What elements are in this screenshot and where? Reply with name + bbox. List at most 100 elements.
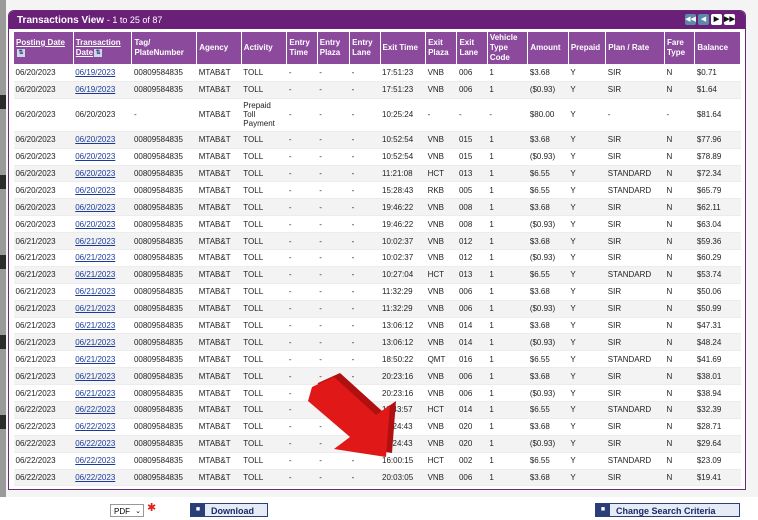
next-page-icon[interactable]: ▶ bbox=[711, 14, 722, 25]
cell-fare-type: N bbox=[664, 198, 695, 217]
cell-transaction-date[interactable]: 06/20/2023 bbox=[73, 198, 132, 217]
cell-exit-lane: 002 bbox=[456, 452, 488, 470]
column-header-balance: Balance bbox=[694, 31, 741, 65]
cell-entry-plaza: - bbox=[317, 64, 350, 82]
cell-posting-date: 06/20/2023 bbox=[13, 181, 74, 200]
cell-posting-date: 06/21/2023 bbox=[13, 232, 74, 251]
first-page-icon[interactable]: ◀◀ bbox=[685, 14, 696, 25]
cell-transaction-date[interactable]: 06/22/2023 bbox=[73, 435, 132, 453]
cell-prepaid: Y bbox=[568, 283, 606, 301]
cell-amount: ($0.93) bbox=[527, 249, 569, 267]
cell-activity: TOLL bbox=[241, 435, 287, 453]
cell-transaction-date[interactable]: 06/21/2023 bbox=[73, 266, 132, 284]
table-header-row: Posting Date⇅ Transaction Date ⇅ Tag/ Plate… bbox=[13, 31, 741, 65]
cell-entry-plaza: - bbox=[317, 181, 350, 200]
cell-vehicle-type-code: 1 bbox=[487, 64, 528, 82]
red-arrow-icon bbox=[308, 373, 396, 457]
cell-plan-rate: SIR bbox=[605, 367, 665, 386]
column-header-entry-time: Entry Time bbox=[286, 31, 318, 65]
cell-plan-rate: SIR bbox=[605, 64, 665, 82]
cell-vehicle-type-code: 1 bbox=[487, 469, 528, 487]
cell-exit-plaza: VNB bbox=[425, 131, 457, 149]
cell-exit-lane: 005 bbox=[456, 181, 488, 200]
cell-exit-time: 17:51:23 bbox=[380, 81, 426, 99]
cell-transaction-date[interactable]: 06/21/2023 bbox=[73, 333, 132, 352]
cell-transaction-date[interactable]: 06/20/2023 bbox=[73, 165, 132, 183]
cell-tag-platenumber: 00809584835 bbox=[131, 485, 197, 489]
cell-transaction-date[interactable]: 06/22/2023 bbox=[73, 418, 132, 436]
cell-transaction-date[interactable]: 06/20/2023 bbox=[73, 181, 132, 200]
cell-posting-date: 06/20/2023 bbox=[13, 81, 74, 99]
cell-balance: $78.89 bbox=[694, 148, 741, 166]
cell-transaction-date[interactable]: 06/21/2023 bbox=[73, 367, 132, 386]
table-row: 06/20/2023 06/20/2023 00809584835 MTAB&T TOL… bbox=[13, 148, 741, 166]
cell-transaction-date[interactable]: 06/21/2023 bbox=[73, 232, 132, 251]
cell-exit-plaza: VNB bbox=[425, 435, 457, 453]
table-row: 06/21/2023 06/21/2023 00809584835 MTAB&T TOL… bbox=[13, 350, 741, 369]
cell-entry-time: - bbox=[286, 283, 318, 301]
cell-entry-lane: - bbox=[349, 165, 380, 183]
cell-posting-date: 06/21/2023 bbox=[13, 367, 74, 386]
download-button[interactable]: ■ Download bbox=[190, 503, 268, 517]
cell-prepaid: Y bbox=[568, 384, 606, 403]
sort-icon[interactable]: ⇅ bbox=[94, 48, 103, 57]
change-search-criteria-button[interactable]: ■ Change Search Criteria bbox=[595, 503, 740, 517]
cell-transaction-date[interactable]: 06/19/2023 bbox=[73, 81, 132, 99]
cell-amount: ($0.93) bbox=[527, 81, 569, 99]
cell-exit-time: 20:03:05 bbox=[380, 469, 426, 487]
cell-entry-plaza: - bbox=[317, 300, 350, 318]
column-header-posting-date[interactable]: Posting Date⇅ bbox=[13, 31, 74, 65]
cell-activity: TOLL bbox=[241, 485, 287, 489]
search-icon: ■ bbox=[596, 504, 610, 516]
cell-plan-rate: SIR bbox=[605, 81, 665, 99]
cell-transaction-date[interactable]: 06/21/2023 bbox=[73, 317, 132, 335]
format-select[interactable]: PDF ⌄ bbox=[110, 504, 144, 517]
cell-entry-lane: - bbox=[349, 350, 380, 369]
cell-entry-time: - bbox=[286, 232, 318, 251]
cell-transaction-date[interactable]: 06/20/2023 bbox=[73, 215, 132, 234]
cell-fare-type: N bbox=[664, 333, 695, 352]
cell-amount: $6.55 bbox=[527, 266, 569, 284]
cell-agency: MTAB&T bbox=[196, 350, 242, 369]
prev-page-icon[interactable]: ◀ bbox=[698, 14, 709, 25]
cell-transaction-date[interactable]: 06/22/2023 bbox=[73, 485, 132, 489]
cell-transaction-date[interactable]: 06/21/2023 bbox=[73, 384, 132, 403]
cell-transaction-date[interactable]: 06/21/2023 bbox=[73, 283, 132, 301]
cell-transaction-date[interactable]: 06/22/2023 bbox=[73, 469, 132, 487]
cell-balance: $50.99 bbox=[694, 300, 741, 318]
cell-prepaid: Y bbox=[568, 198, 606, 217]
cell-amount: ($0.93) bbox=[527, 485, 569, 489]
table-row: 06/21/2023 06/21/2023 00809584835 MTAB&T TOL… bbox=[13, 300, 741, 318]
cell-prepaid: Y bbox=[568, 367, 606, 386]
cell-balance: $19.41 bbox=[694, 469, 741, 487]
cell-entry-plaza: - bbox=[317, 148, 350, 166]
cell-vehicle-type-code: 1 bbox=[487, 317, 528, 335]
panel-title: Transactions View bbox=[17, 15, 105, 26]
format-value: PDF bbox=[114, 507, 130, 516]
cell-activity: TOLL bbox=[241, 452, 287, 470]
column-header-label: Activity bbox=[243, 43, 273, 52]
cell-transaction-date[interactable]: 06/19/2023 bbox=[73, 64, 132, 82]
cell-transaction-date[interactable]: 06/22/2023 bbox=[73, 401, 132, 419]
cell-amount: ($0.93) bbox=[527, 215, 569, 234]
cell-entry-plaza: - bbox=[317, 131, 350, 149]
cell-transaction-date[interactable]: 06/22/2023 bbox=[73, 452, 132, 470]
cell-exit-time: 10:02:37 bbox=[380, 232, 426, 251]
cell-entry-lane: - bbox=[349, 215, 380, 234]
cell-transaction-date[interactable]: 06/20/2023 bbox=[73, 131, 132, 149]
cell-exit-lane: 020 bbox=[456, 418, 488, 436]
cell-entry-time: - bbox=[286, 131, 318, 149]
cell-exit-time: 10:25:24 bbox=[380, 98, 426, 132]
cell-exit-plaza: VNB bbox=[425, 300, 457, 318]
cell-plan-rate: SIR bbox=[605, 283, 665, 301]
cell-transaction-date[interactable]: 06/21/2023 bbox=[73, 300, 132, 318]
cell-transaction-date[interactable]: 06/20/2023 bbox=[73, 148, 132, 166]
cell-tag-platenumber: 00809584835 bbox=[131, 300, 197, 318]
cell-transaction-date[interactable]: 06/21/2023 bbox=[73, 249, 132, 267]
sort-icon[interactable]: ⇅ bbox=[17, 48, 25, 57]
cell-plan-rate: SIR bbox=[605, 232, 665, 251]
last-page-icon[interactable]: ▶▶ bbox=[724, 14, 735, 25]
cell-exit-lane: 013 bbox=[456, 165, 488, 183]
cell-transaction-date[interactable]: 06/21/2023 bbox=[73, 350, 132, 369]
column-header-transaction-date[interactable]: Transaction Date ⇅ bbox=[72, 31, 133, 65]
